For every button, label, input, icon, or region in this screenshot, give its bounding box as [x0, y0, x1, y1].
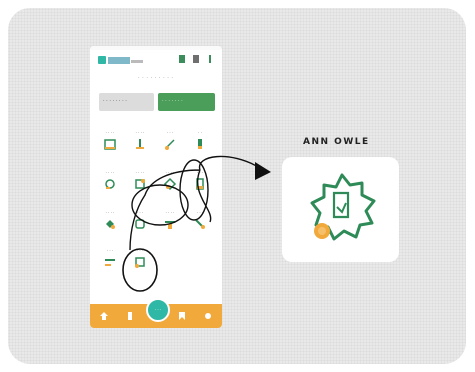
highlight-circle-top: [179, 159, 209, 221]
highlight-circle-middle: [131, 184, 189, 226]
callout-card: [282, 157, 399, 262]
callout-title: ANN OWLE: [303, 137, 370, 147]
arrow-head: [255, 162, 271, 180]
highlight-circle-target: [122, 248, 158, 292]
zakat-icon: [310, 173, 376, 241]
annotation-overlay: [122, 155, 271, 292]
annotation-curve: [129, 155, 261, 251]
